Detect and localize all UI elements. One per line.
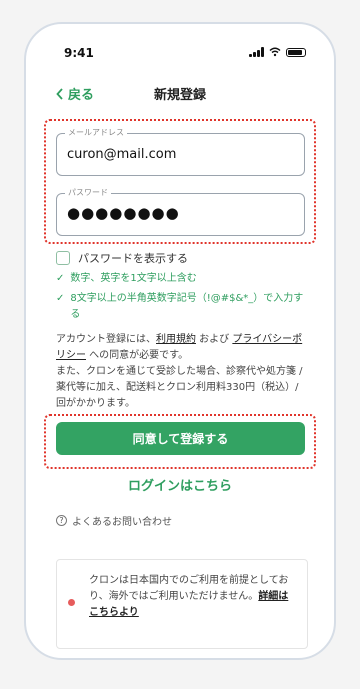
password-field[interactable]: パスワード ●●●●●●●● — [56, 187, 305, 236]
terms-text: アカウント登録には、利用規約 および プライバシーポリシー への同意が必要です。… — [56, 334, 303, 409]
battery-icon — [286, 47, 306, 57]
show-password-toggle[interactable]: パスワードを表示する — [56, 250, 188, 266]
status-bar: 9:41 — [64, 46, 306, 62]
status-icons — [249, 47, 306, 57]
email-label: メールアドレス — [65, 127, 127, 138]
checkbox[interactable] — [56, 251, 70, 265]
check-icon: ✓ — [56, 293, 65, 304]
status-time: 9:41 — [64, 46, 94, 60]
password-label: パスワード — [65, 187, 111, 198]
overseas-notice: クロンは日本国内でのご利用を前提としており、海外ではご利用いただけません。詳細は… — [56, 559, 308, 649]
email-value: curon@mail.com — [67, 147, 177, 162]
login-link[interactable]: ログインはこちら — [26, 475, 334, 494]
question-icon: ? — [56, 515, 67, 526]
faq-link[interactable]: ? よくあるお問い合わせ — [56, 513, 172, 528]
show-password-label: パスワードを表示する — [78, 252, 188, 265]
fee-notice: また、クロンを通じて受診した場合、診察代や処方箋 / 薬代等に加え、配送料とクロ… — [56, 366, 303, 409]
password-rule: ✓ 数字、英字を1文字以上含む — [56, 271, 308, 287]
phone-frame: 9:41 戻る 新規登録 メールアドレス curon@mail.com パスワー… — [24, 22, 336, 660]
password-value: ●●●●●●●● — [67, 204, 180, 222]
wifi-icon — [269, 47, 281, 57]
alert-dot-icon — [68, 599, 75, 606]
signal-icon — [249, 47, 264, 57]
faq-label: よくあるお問い合わせ — [72, 517, 172, 528]
page-title: 新規登録 — [153, 88, 206, 103]
agree-register-button[interactable]: 同意して登録する — [56, 422, 305, 455]
check-icon: ✓ — [56, 273, 65, 284]
password-rule: ✓ 8文字以上の半角英数字記号（!@#$&*_）で入力する — [56, 291, 308, 323]
nav-bar: 戻る 新規登録 — [56, 84, 304, 103]
email-field[interactable]: メールアドレス curon@mail.com — [56, 127, 305, 176]
terms-of-service-link[interactable]: 利用規約 — [156, 334, 196, 345]
